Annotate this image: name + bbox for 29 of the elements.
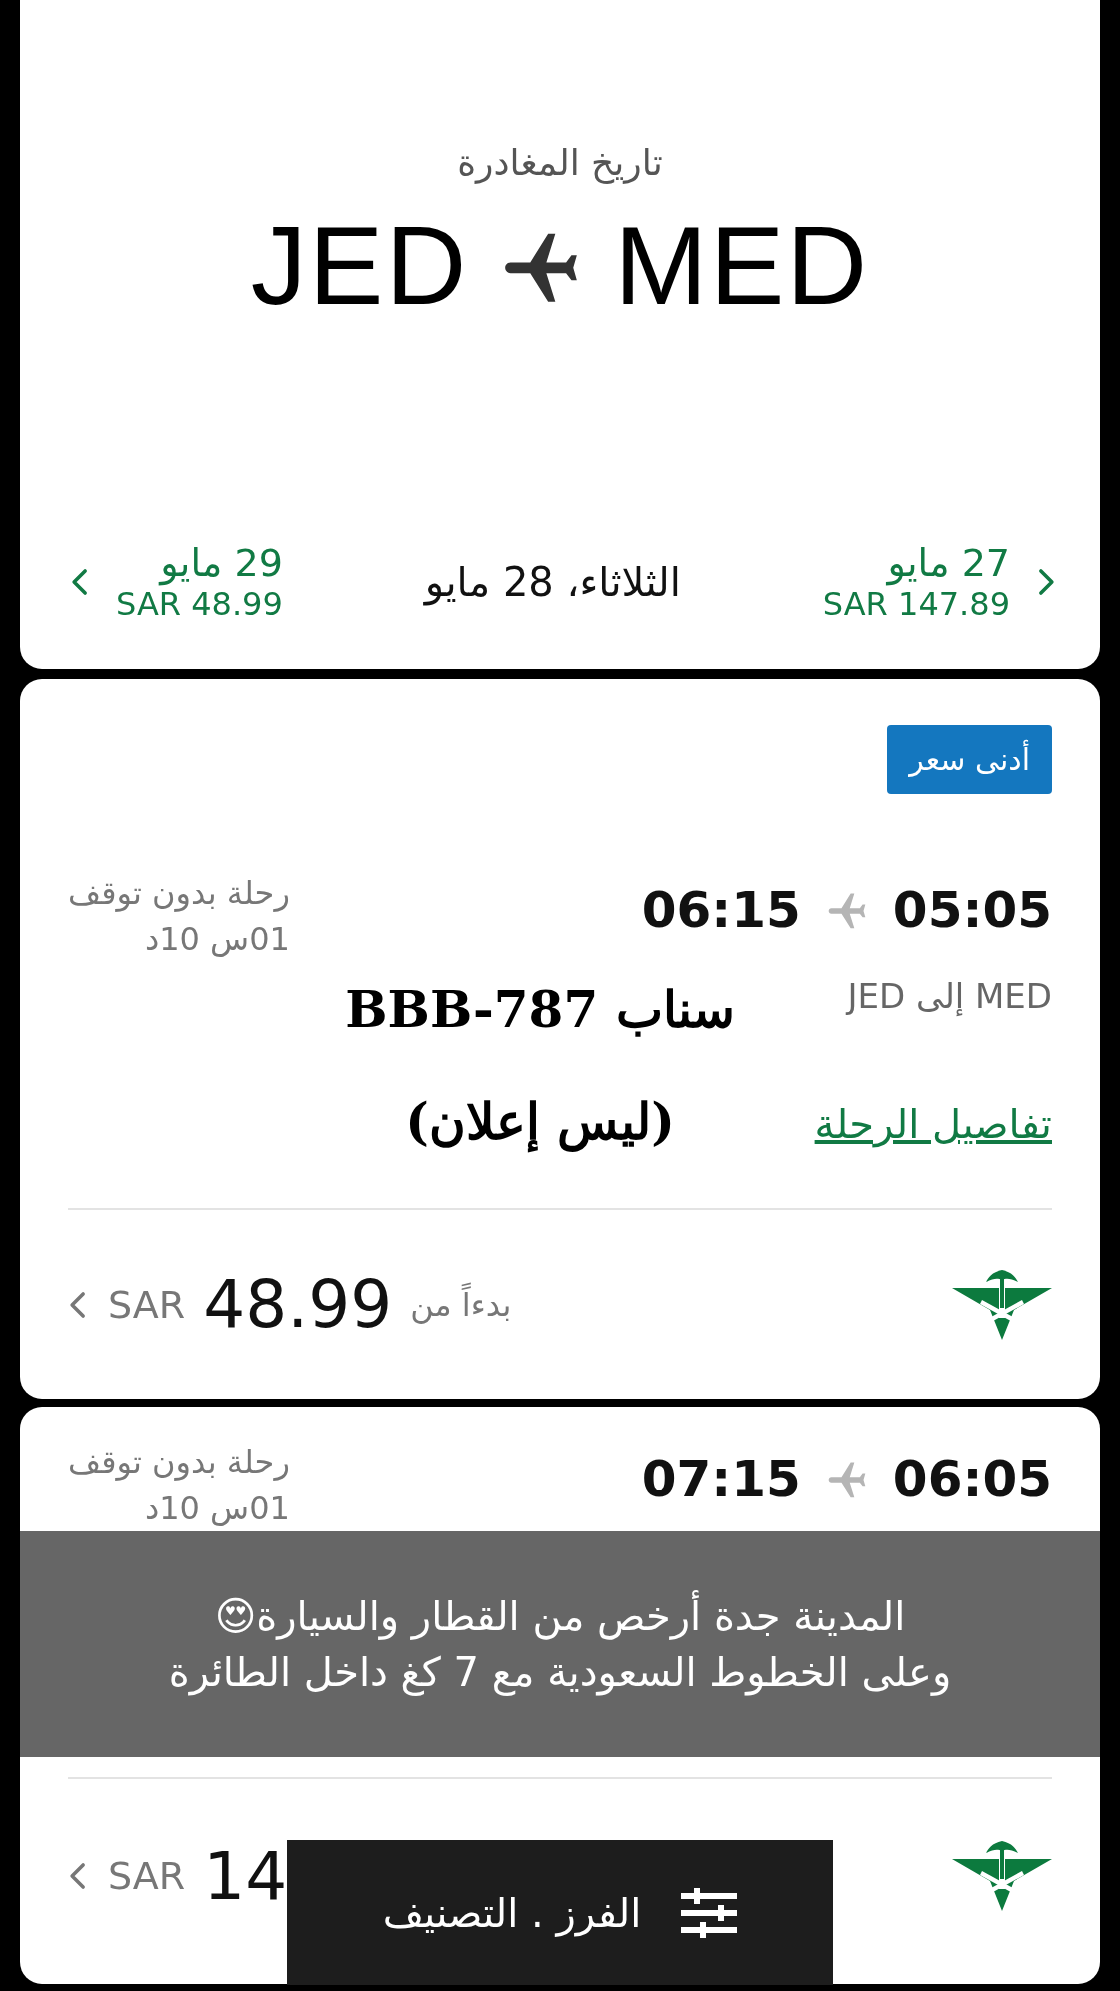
duration-text: 01س 10د: [143, 920, 290, 959]
emblem-icon: [952, 1841, 1052, 1911]
price-amount: 48.99: [203, 1266, 393, 1344]
price-amount: 14: [203, 1837, 288, 1915]
destination-code: MED: [614, 202, 870, 330]
overlay-text: (ليس إعلان): [404, 1092, 676, 1151]
departure-date-title: تاريخ المغادرة: [457, 141, 663, 186]
emblem-icon: [952, 1269, 1052, 1340]
currency-text: SAR: [108, 1282, 186, 1327]
departure-time: 05:05: [892, 881, 1052, 940]
previous-date[interactable]: 27 مايو: [887, 541, 1010, 585]
previous-date-price: SAR 147.89: [822, 585, 1010, 623]
sliders-icon: [681, 1887, 738, 1938]
next-date-price: SAR 48.99: [116, 585, 283, 623]
arrival-time: 06:15: [641, 881, 801, 940]
flight-details-link[interactable]: تفاصيل الرحلة: [814, 1096, 1052, 1153]
duration-text: 01س 10د: [143, 1489, 290, 1527]
overlay-text: سناب BBB-787: [344, 980, 736, 1039]
arrival-time: 07:15: [641, 1450, 801, 1508]
origin-code: JED: [250, 202, 469, 330]
caption-text: وعلى الخطوط السعودية مع 7 كغ داخل الطائرة: [168, 1649, 952, 1695]
departure-time: 06:05: [892, 1450, 1052, 1508]
next-date[interactable]: 29 مايو: [116, 541, 283, 585]
selected-date: الثلاثاء، 28 مايو: [424, 559, 681, 605]
sort-filter-button[interactable]: الفرز . التصنيف: [287, 1840, 833, 1985]
cheapest-badge: أدنى سعر: [887, 725, 1052, 795]
stops-text: رحلة بدون توقف: [68, 1443, 290, 1481]
stops-text: رحلة بدون توقف: [68, 874, 290, 913]
currency-text: SAR: [108, 1854, 186, 1898]
